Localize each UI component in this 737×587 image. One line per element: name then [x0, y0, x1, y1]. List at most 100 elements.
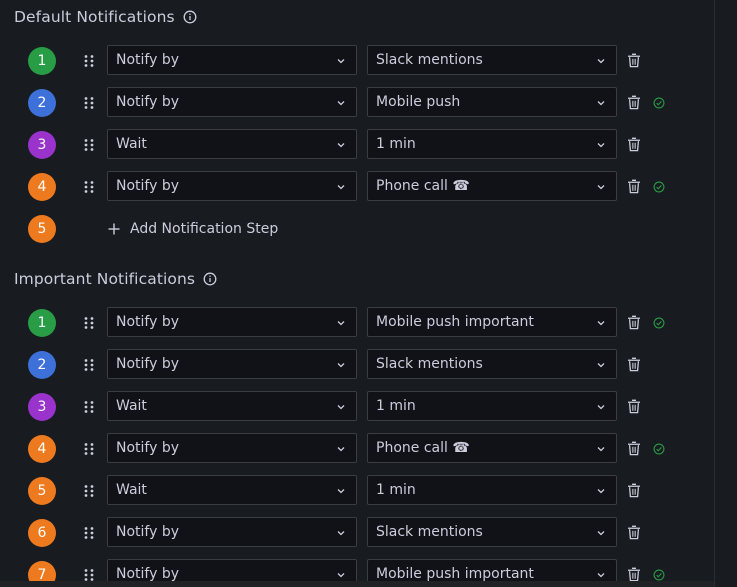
step-action-select[interactable]: Notify by — [107, 171, 357, 201]
step-target-select[interactable]: Slack mentions — [367, 517, 617, 547]
trash-icon[interactable] — [627, 53, 641, 68]
step-action-value: Notify by — [116, 356, 180, 372]
chevron-down-icon — [597, 531, 605, 536]
trash-icon[interactable] — [627, 525, 641, 540]
chevron-down-icon — [597, 321, 605, 326]
step-number-badge: 2 — [28, 89, 56, 117]
step-action-value: Wait — [116, 398, 147, 414]
trash-icon[interactable] — [627, 441, 641, 456]
step-action-value: Notify by — [116, 440, 180, 456]
step-target-value: 1 min — [376, 398, 416, 414]
escalation-step-row: 4 Notify by Phone call ☎ — [0, 171, 714, 203]
chevron-down-icon — [337, 531, 345, 536]
drag-handle-icon[interactable] — [83, 526, 95, 540]
drag-handle-icon[interactable] — [83, 484, 95, 498]
chevron-down-icon — [337, 573, 345, 578]
step-target-value: Mobile push — [376, 94, 461, 110]
chevron-down-icon — [597, 143, 605, 148]
step-action-value: Notify by — [116, 52, 180, 68]
trash-icon[interactable] — [627, 399, 641, 414]
step-action-select[interactable]: Notify by — [107, 349, 357, 379]
step-target-value: Mobile push important — [376, 314, 534, 330]
escalation-step-row: 6 Notify by Slack mentions — [0, 517, 714, 549]
trash-icon[interactable] — [627, 137, 641, 152]
step-number-badge: 2 — [28, 351, 56, 379]
step-target-select[interactable]: 1 min — [367, 475, 617, 505]
step-target-select[interactable]: Slack mentions — [367, 349, 617, 379]
chevron-down-icon — [597, 363, 605, 368]
step-number-badge: 1 — [28, 309, 56, 337]
check-circle-icon — [653, 569, 665, 581]
trash-icon[interactable] — [627, 567, 641, 582]
step-number-badge: 3 — [28, 131, 56, 159]
section-title: Important Notifications — [14, 270, 196, 288]
check-circle-icon — [653, 181, 665, 193]
drag-handle-icon[interactable] — [83, 316, 95, 330]
important-notifications-section: Important Notifications 1 Notify by Mobile… — [0, 262, 714, 587]
chevron-down-icon — [597, 489, 605, 494]
step-action-value: Notify by — [116, 314, 180, 330]
add-step-row: 5 Add Notification Step — [0, 213, 714, 245]
important-notifications-header: Important Notifications — [14, 270, 217, 288]
step-action-value: Wait — [116, 482, 147, 498]
add-notification-step-button[interactable]: Add Notification Step — [108, 218, 278, 240]
step-target-value: Phone call ☎ — [376, 440, 470, 456]
drag-handle-icon[interactable] — [83, 400, 95, 414]
info-circle-icon[interactable] — [203, 272, 217, 286]
step-action-select[interactable]: Notify by — [107, 433, 357, 463]
horizontal-scrollbar[interactable] — [0, 581, 714, 587]
step-target-select[interactable]: Mobile push important — [367, 307, 617, 337]
step-target-value: Phone call ☎ — [376, 178, 470, 194]
info-circle-icon[interactable] — [183, 10, 197, 24]
panel-divider — [714, 0, 715, 587]
chevron-down-icon — [597, 101, 605, 106]
drag-handle-icon[interactable] — [83, 96, 95, 110]
drag-handle-icon[interactable] — [83, 568, 95, 582]
escalation-step-row: 1 Notify by Slack mentions — [0, 45, 714, 77]
trash-icon[interactable] — [627, 357, 641, 372]
step-target-select[interactable]: Phone call ☎ — [367, 433, 617, 463]
trash-icon[interactable] — [627, 483, 641, 498]
drag-handle-icon[interactable] — [83, 358, 95, 372]
chevron-down-icon — [597, 447, 605, 452]
drag-handle-icon[interactable] — [83, 442, 95, 456]
drag-handle-icon[interactable] — [83, 138, 95, 152]
chevron-down-icon — [337, 363, 345, 368]
step-target-value: 1 min — [376, 482, 416, 498]
step-number-badge: 3 — [28, 393, 56, 421]
step-action-select[interactable]: Notify by — [107, 517, 357, 547]
chevron-down-icon — [337, 59, 345, 64]
step-target-select[interactable]: Mobile push — [367, 87, 617, 117]
step-action-select[interactable]: Wait — [107, 129, 357, 159]
drag-handle-icon[interactable] — [83, 180, 95, 194]
step-target-select[interactable]: Slack mentions — [367, 45, 617, 75]
step-action-select[interactable]: Notify by — [107, 87, 357, 117]
default-notifications-section: Default Notifications 1 Notify by Slack me… — [0, 0, 714, 262]
chevron-down-icon — [337, 405, 345, 410]
chevron-down-icon — [337, 447, 345, 452]
step-target-select[interactable]: 1 min — [367, 129, 617, 159]
trash-icon[interactable] — [627, 315, 641, 330]
plus-icon — [108, 223, 120, 235]
step-action-select[interactable]: Notify by — [107, 45, 357, 75]
step-target-select[interactable]: Phone call ☎ — [367, 171, 617, 201]
trash-icon[interactable] — [627, 95, 641, 110]
step-target-value: 1 min — [376, 136, 416, 152]
step-action-select[interactable]: Wait — [107, 475, 357, 505]
drag-handle-icon[interactable] — [83, 54, 95, 68]
check-circle-icon — [653, 317, 665, 329]
chevron-down-icon — [337, 321, 345, 326]
default-notifications-header: Default Notifications — [14, 8, 197, 26]
step-target-value: Slack mentions — [376, 356, 483, 372]
step-action-select[interactable]: Notify by — [107, 307, 357, 337]
step-action-select[interactable]: Wait — [107, 391, 357, 421]
escalation-step-row: 3 Wait 1 min — [0, 391, 714, 423]
step-action-value: Wait — [116, 136, 147, 152]
step-number-badge: 6 — [28, 519, 56, 547]
chevron-down-icon — [597, 185, 605, 190]
add-notification-step-label: Add Notification Step — [130, 221, 279, 237]
trash-icon[interactable] — [627, 179, 641, 194]
escalation-chain-editor: Default Notifications 1 Notify by Slack me… — [0, 0, 737, 587]
step-target-select[interactable]: 1 min — [367, 391, 617, 421]
step-number-badge: 5 — [28, 477, 56, 505]
